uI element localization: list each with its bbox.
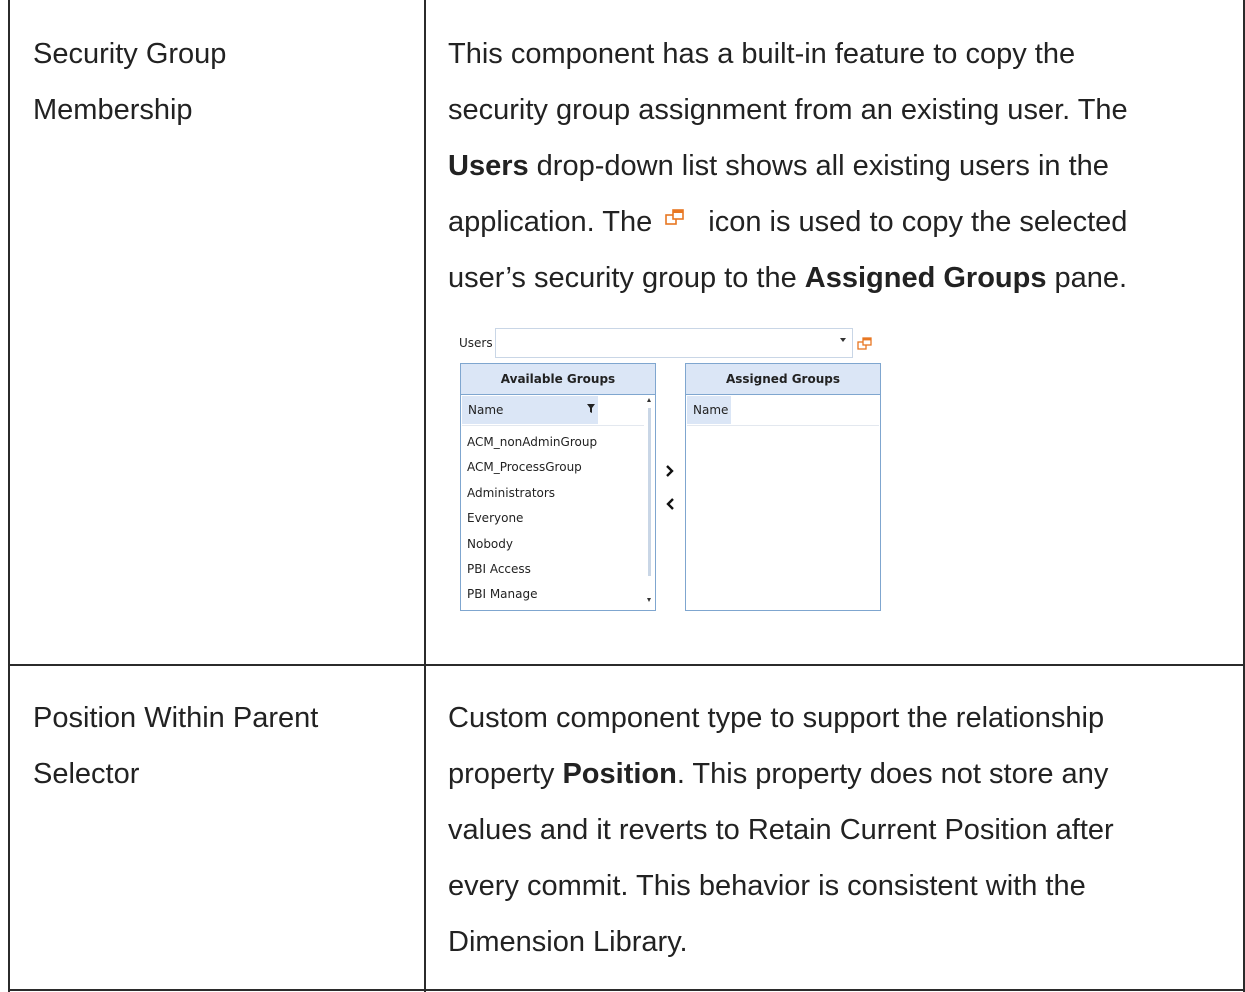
- list-item[interactable]: Administrators: [467, 481, 597, 506]
- chevron-left-icon[interactable]: [662, 496, 678, 512]
- available-groups-pane: Available Groups Name ACM_nonAdminGroup …: [460, 363, 656, 611]
- chevron-down-icon: [840, 338, 846, 342]
- filter-icon[interactable]: [587, 404, 595, 413]
- row-name-line: Selector: [33, 758, 140, 790]
- header-separator: [462, 425, 644, 426]
- table-row-divider: [8, 664, 1245, 666]
- description-text: application. The: [448, 206, 661, 238]
- row-description-position-selector: Custom component type to support the rel…: [448, 690, 1218, 970]
- list-item[interactable]: PBI Access: [467, 557, 597, 582]
- description-text: user’s security group to the: [448, 262, 805, 294]
- description-line: Custom component type to support the rel…: [448, 702, 1105, 734]
- list-item[interactable]: ACM_nonAdminGroup: [467, 430, 597, 455]
- description-line: This component has a built-in feature to…: [448, 38, 1076, 70]
- description-line: values and it reverts to Retain Current …: [448, 814, 1114, 846]
- scrollbar-thumb[interactable]: [648, 408, 651, 576]
- description-line: security group assignment from an existi…: [448, 94, 1128, 126]
- header-separator: [687, 425, 879, 426]
- table-border-left: [8, 0, 10, 992]
- name-column-header[interactable]: Name: [462, 396, 598, 424]
- row-description-security-group: This component has a built-in feature to…: [448, 26, 1218, 306]
- row-name-line: Position Within Parent: [33, 702, 319, 734]
- description-text: drop-down list shows all existing users …: [528, 150, 1109, 182]
- description-line: every commit. This behavior is consisten…: [448, 870, 1086, 902]
- copy-icon: [665, 209, 685, 226]
- description-line: Dimension Library.: [448, 926, 688, 958]
- users-label: Users: [459, 336, 493, 350]
- description-line: application. The icon is used to copy th…: [448, 194, 1218, 250]
- scroll-down-icon[interactable]: [647, 598, 651, 602]
- bold-term-position: Position: [562, 758, 677, 790]
- bold-term-assigned-groups: Assigned Groups: [804, 262, 1047, 294]
- copy-icon[interactable]: [857, 336, 873, 352]
- row-name-position-selector: Position Within Parent Selector: [33, 690, 318, 802]
- bold-term-users: Users: [448, 150, 529, 182]
- description-text: . This property does not store any: [676, 758, 1109, 790]
- description-text: property: [448, 758, 563, 790]
- assigned-groups-title: Assigned Groups: [686, 364, 880, 395]
- available-groups-list: ACM_nonAdminGroup ACM_ProcessGroup Admin…: [467, 430, 597, 608]
- row-name-line: Membership: [33, 94, 193, 126]
- description-line: user’s security group to the Assigned Gr…: [448, 250, 1218, 306]
- security-group-screenshot: Users Available Groups Name ACM_nonAdmin…: [455, 326, 885, 616]
- description-line: Users drop-down list shows all existing …: [448, 138, 1218, 194]
- assigned-groups-pane: Assigned Groups Name: [685, 363, 881, 611]
- list-item[interactable]: ACM_ProcessGroup: [467, 455, 597, 480]
- name-column-header[interactable]: Name: [687, 396, 731, 424]
- description-text: icon is used to copy the selected: [708, 206, 1128, 238]
- description-line: property Position. This property does no…: [448, 746, 1218, 802]
- list-item[interactable]: Nobody: [467, 532, 597, 557]
- list-item[interactable]: Everyone: [467, 506, 597, 531]
- description-text: pane.: [1046, 262, 1128, 294]
- list-item[interactable]: PBI Manage: [467, 582, 597, 607]
- row-name-security-group: Security Group Membership: [33, 26, 226, 138]
- users-dropdown[interactable]: [495, 328, 853, 358]
- chevron-right-icon[interactable]: [662, 463, 678, 479]
- vertical-scrollbar[interactable]: [645, 396, 654, 608]
- scroll-up-icon[interactable]: [647, 398, 651, 402]
- available-groups-title: Available Groups: [461, 364, 655, 395]
- table-border-bottom: [8, 989, 1245, 991]
- row-name-line: Security Group: [33, 38, 227, 70]
- table-column-divider: [424, 0, 426, 992]
